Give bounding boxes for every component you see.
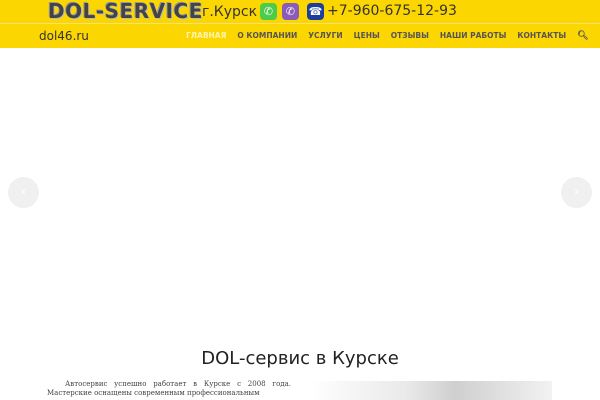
nav-services[interactable]: УСЛУГИ [308, 31, 342, 41]
nav-reviews[interactable]: ОТЗЫВЫ [391, 31, 429, 41]
viber-icon[interactable]: ✆ [282, 3, 299, 20]
city-label: г.Курск [202, 4, 258, 20]
whatsapp-icon[interactable]: ✆ [260, 3, 277, 20]
slider-next-button[interactable]: › [561, 177, 592, 208]
phone-number[interactable]: +7-960-675-12-93 [327, 3, 457, 19]
main-nav: dol46.ru ГЛАВНАЯ О КОМПАНИИ УСЛУГИ ЦЕНЫ … [0, 24, 600, 48]
nav-home[interactable]: ГЛАВНАЯ [186, 31, 226, 41]
nav-about[interactable]: О КОМПАНИИ [237, 31, 297, 41]
phone-icon[interactable]: ☎ [307, 3, 324, 20]
site-name[interactable]: dol46.ru [39, 29, 89, 43]
nav-prices[interactable]: ЦЕНЫ [354, 31, 380, 41]
service-photo [310, 381, 552, 400]
intro-text: Автосервис успешно работает в Курске с 2… [47, 380, 291, 397]
hero-slider [0, 48, 600, 340]
nav-contacts[interactable]: КОНТАКТЫ [517, 31, 566, 41]
nav-works[interactable]: НАШИ РАБОТЫ [440, 31, 507, 41]
page-title: DOL-сервис в Курске [201, 348, 399, 369]
search-icon[interactable]: 🔍︎ [577, 31, 588, 41]
top-bar: DOL-SERVICE г.Курск ✆ ✆ ☎ +7-960-675-12-… [0, 0, 600, 24]
slider-prev-button[interactable]: ‹ [8, 177, 39, 208]
logo[interactable]: DOL-SERVICE [48, 0, 203, 23]
